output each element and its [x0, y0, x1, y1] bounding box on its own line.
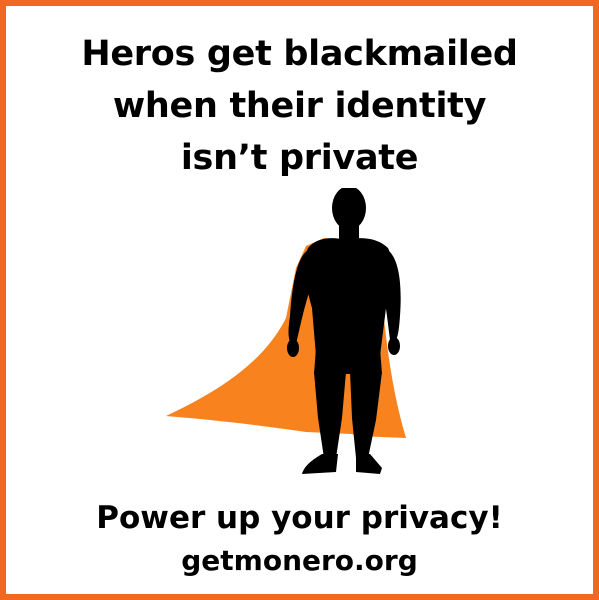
headline-line-3: isn’t private — [180, 138, 419, 178]
headline: Heros get blackmailed when their identit… — [6, 28, 593, 184]
headline-line-1: Heros get blackmailed — [81, 34, 518, 74]
poster-frame: Heros get blackmailed when their identit… — [0, 0, 599, 600]
superhero-silhouette-icon — [166, 188, 406, 474]
headline-line-2: when their identity — [112, 86, 487, 126]
tagline: Power up your privacy! — [96, 500, 503, 536]
website-url: getmonero.org — [181, 544, 418, 577]
